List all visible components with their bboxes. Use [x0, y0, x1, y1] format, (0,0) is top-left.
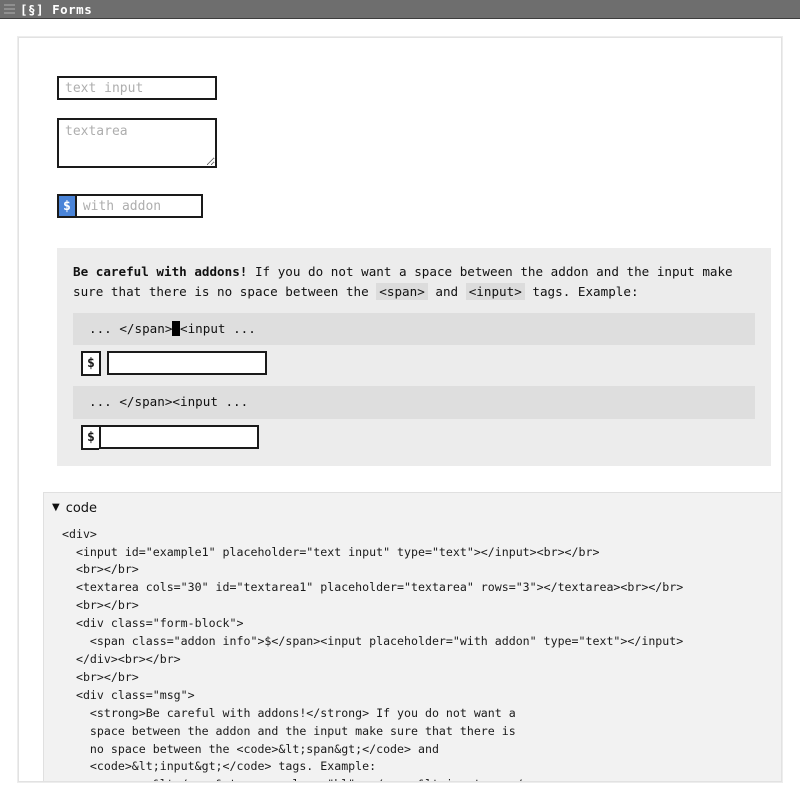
hamburger-bar — [4, 12, 15, 14]
code-disclosure[interactable]: ▼ code <div> <input id="example1" placeh… — [43, 491, 781, 781]
titlebar: [§] Forms — [0, 0, 800, 19]
page-background: $ Be careful with addons! If you do not … — [0, 19, 800, 800]
example-suffix: <input ... — [180, 320, 256, 336]
inline-code-input: <input> — [465, 283, 525, 301]
hamburger-bar — [4, 4, 15, 6]
spaced-addon-input[interactable] — [106, 351, 267, 376]
addon-dollar-spaced: $ — [81, 351, 101, 377]
warning-text-and: and — [427, 284, 466, 300]
flush-addon-input[interactable] — [98, 424, 259, 449]
content-panel: $ Be careful with addons! If you do not … — [18, 37, 782, 782]
form-block-no-space: $ — [81, 424, 259, 450]
form-block-addon: $ — [57, 194, 203, 218]
example-prefix: ... </span> — [89, 320, 173, 336]
hamburger-bar — [4, 8, 15, 10]
addon-dollar-flush: $ — [81, 424, 99, 450]
addon-prefix-dollar: $ — [57, 194, 75, 218]
code-disclosure-summary[interactable]: ▼ code — [52, 499, 781, 518]
hamburger-icon[interactable] — [4, 4, 15, 14]
inline-code-span: <span> — [376, 283, 428, 301]
window-title: [§] Forms — [20, 1, 93, 17]
warning-message-block: Be careful with addons! If you do not wa… — [57, 248, 771, 466]
chevron-down-icon: ▼ — [52, 502, 60, 514]
highlighted-space — [172, 320, 180, 336]
example-code-no-space: ... </span><input ... — [73, 386, 755, 419]
form-block-with-space: $ — [81, 351, 267, 377]
warning-title: Be careful with addons! — [73, 264, 248, 279]
textarea-input[interactable] — [57, 118, 217, 168]
code-source: <div> <input id="example1" placeholder="… — [62, 526, 684, 781]
addon-text-input[interactable] — [74, 194, 203, 218]
text-input[interactable] — [57, 76, 217, 100]
warning-text-part2: tags. Example: — [524, 284, 639, 300]
code-summary-label: code — [65, 500, 98, 516]
example-code-with-space: ... </span> <input ... — [73, 312, 755, 346]
warning-message-text: Be careful with addons! If you do not wa… — [73, 262, 755, 303]
